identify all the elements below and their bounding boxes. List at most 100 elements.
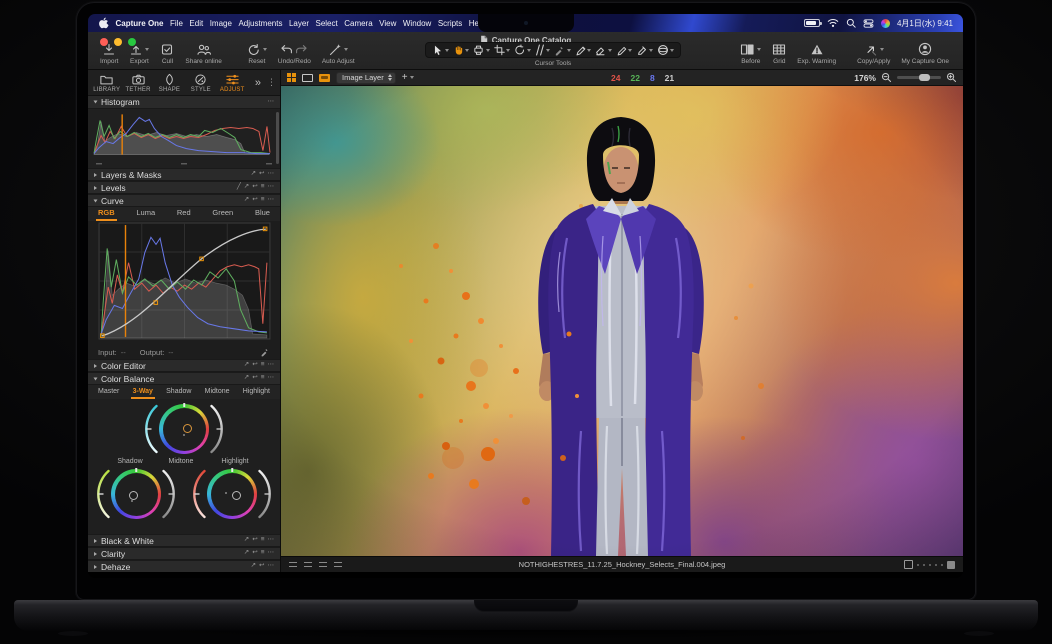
highlight-luma-arc[interactable]	[258, 466, 271, 522]
menu-item-window[interactable]: Window	[403, 19, 431, 28]
more-icon[interactable]: ⋯	[268, 184, 275, 191]
more-icon[interactable]: ⋯	[268, 563, 275, 570]
draw-mask-tool[interactable]	[575, 44, 592, 56]
sidebar-scrollbar[interactable]	[276, 112, 279, 164]
capture-one-menubar-icon[interactable]	[881, 19, 890, 28]
more-icon[interactable]: ⋯	[268, 375, 275, 382]
cb-tab-3way[interactable]: 3-Way	[131, 388, 155, 399]
copy-adjustments-icon[interactable]: ↗	[251, 563, 256, 570]
copy-adjustments-icon[interactable]: ↗	[244, 375, 249, 382]
apple-icon[interactable]	[98, 17, 109, 29]
menu-item-file[interactable]: File	[170, 19, 183, 28]
battery-icon[interactable]	[804, 19, 820, 27]
copy-apply-button[interactable]: Copy/Apply	[857, 42, 890, 65]
undo-redo-buttons[interactable]: Undo/Redo	[278, 42, 311, 65]
grid-button[interactable]: Grid	[772, 42, 786, 65]
panel-header-black-white[interactable]: Black & White ↗↩≡⋯	[88, 534, 280, 547]
layer-select-stepper[interactable]	[388, 74, 392, 81]
zoom-level[interactable]: 176%	[854, 73, 876, 83]
panel-header-curve[interactable]: Curve ↗↩≡⋯	[88, 194, 280, 207]
highlight-saturation-arc[interactable]	[193, 466, 206, 522]
tab-library[interactable]: LIBRARY	[92, 73, 121, 93]
menu-item-scripts[interactable]: Scripts	[438, 19, 462, 28]
before-button[interactable]: Before	[740, 42, 761, 65]
tab-style[interactable]: STYLE	[186, 73, 215, 93]
reset-icon[interactable]: ↩	[259, 563, 264, 570]
share-online-button[interactable]: Share online	[185, 42, 222, 65]
exposure-warning-button[interactable]: Exp. Warning	[797, 42, 836, 65]
panel-header-layers-masks[interactable]: Layers & Masks ↗↩⋯	[88, 168, 280, 181]
reset-icon[interactable]: ↩	[252, 184, 257, 191]
heal-tool[interactable]	[616, 44, 633, 56]
midtone-saturation-arc[interactable]	[145, 401, 158, 457]
tab-adjust-active[interactable]: ADJUST	[218, 73, 247, 93]
cb-tab-highlight[interactable]: Highlight	[241, 388, 272, 399]
tab-tether[interactable]: TETHER	[123, 73, 152, 93]
my-capture-one-button[interactable]: My Capture One	[901, 42, 949, 65]
auto-adjust-button[interactable]: Auto Adjust	[322, 42, 355, 65]
curve-editor[interactable]	[88, 221, 280, 346]
import-button[interactable]: Import	[100, 42, 118, 65]
proof-view-icon[interactable]	[319, 74, 330, 82]
clone-tool[interactable]	[636, 44, 653, 56]
zoom-slider[interactable]	[897, 76, 941, 79]
rotate-tool[interactable]	[514, 44, 531, 56]
more-icon[interactable]: ⋯	[268, 197, 275, 204]
copy-adjustments-icon[interactable]: ↗	[244, 362, 249, 369]
copy-adjustments-icon[interactable]: ↗	[244, 197, 249, 204]
reset-icon[interactable]: ↩	[259, 171, 264, 178]
copy-adjustments-icon[interactable]: ↗	[244, 184, 249, 191]
midtone-wheel-handle[interactable]	[183, 424, 192, 433]
presets-icon[interactable]: ≡	[261, 197, 265, 204]
curve-tab-rgb[interactable]: RGB	[96, 208, 117, 221]
presets-icon[interactable]: ≡	[261, 184, 265, 191]
panel-header-histogram[interactable]: Histogram ⋯	[88, 96, 280, 109]
select-tool[interactable]	[432, 44, 449, 56]
wifi-icon[interactable]	[827, 18, 839, 28]
curve-tab-luma[interactable]: Luma	[134, 208, 157, 221]
curve-tab-red[interactable]: Red	[175, 208, 193, 221]
cb-tab-master[interactable]: Master	[96, 388, 121, 399]
presets-icon[interactable]: ≡	[261, 537, 265, 544]
shadow-saturation-arc[interactable]	[97, 466, 110, 522]
more-icon[interactable]: ⋯	[268, 99, 275, 106]
search-icon[interactable]	[846, 18, 856, 28]
zoom-in-icon[interactable]	[946, 72, 957, 83]
add-layer-button[interactable]: +	[402, 72, 414, 83]
menu-item-camera[interactable]: Camera	[344, 19, 372, 28]
color-picker-tool[interactable]	[554, 44, 571, 56]
cull-button[interactable]: Cull	[160, 42, 174, 65]
reset-icon[interactable]: ↩	[252, 197, 257, 204]
shadow-color-wheel[interactable]	[111, 469, 161, 519]
photo-canvas[interactable]	[281, 86, 963, 556]
more-icon[interactable]: ⋯	[268, 550, 275, 557]
erase-mask-tool[interactable]	[595, 44, 612, 56]
zoom-out-icon[interactable]	[881, 72, 892, 83]
panel-header-dehaze[interactable]: Dehaze ↗↩⋯	[88, 560, 280, 572]
midtone-luma-arc[interactable]	[210, 401, 223, 457]
multi-view-icon[interactable]	[287, 73, 296, 82]
menu-item-view[interactable]: View	[379, 19, 396, 28]
menu-item-image[interactable]: Image	[210, 19, 232, 28]
reset-button[interactable]: Reset	[247, 42, 267, 65]
cb-tab-midtone[interactable]: Midtone	[203, 388, 232, 399]
shadow-luma-arc[interactable]	[162, 466, 175, 522]
cb-tab-shadow[interactable]: Shadow	[164, 388, 193, 399]
straighten-tool[interactable]	[535, 44, 551, 56]
reset-icon[interactable]: ↩	[252, 375, 257, 382]
reset-icon[interactable]: ↩	[252, 550, 257, 557]
copy-adjustments-icon[interactable]: ↗	[244, 537, 249, 544]
presets-icon[interactable]: ≡	[261, 375, 265, 382]
reset-icon[interactable]: ↩	[252, 537, 257, 544]
curve-picker-button[interactable]	[260, 346, 270, 359]
shadow-wheel-handle[interactable]	[129, 491, 138, 500]
tabs-overflow-button[interactable]: »	[255, 78, 261, 88]
export-button[interactable]: Export	[129, 42, 149, 65]
menu-item-select[interactable]: Select	[315, 19, 337, 28]
highlight-color-wheel[interactable]	[207, 469, 257, 519]
menu-item-edit[interactable]: Edit	[189, 19, 203, 28]
more-icon[interactable]: ⋯	[268, 171, 275, 178]
more-icon[interactable]: ⋯	[268, 537, 275, 544]
midtone-color-wheel[interactable]	[159, 404, 209, 454]
curve-tab-green[interactable]: Green	[210, 208, 235, 221]
